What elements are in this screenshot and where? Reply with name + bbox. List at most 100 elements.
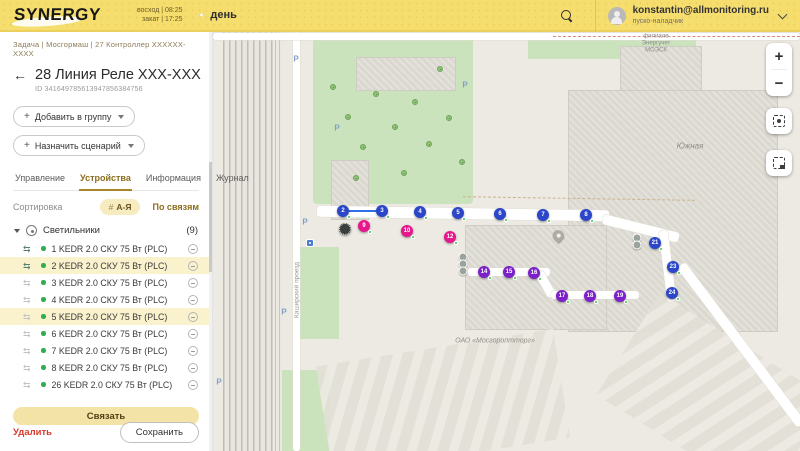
circle-minus-icon[interactable] <box>188 311 198 322</box>
circle-minus-icon[interactable] <box>188 362 198 373</box>
delete-button[interactable]: Удалить <box>13 427 52 438</box>
marker-status-dot <box>453 240 458 245</box>
device-marker-8[interactable]: 8 <box>580 209 594 223</box>
sort-by-links-button[interactable]: По связям <box>152 202 199 212</box>
search-icon[interactable] <box>560 10 573 22</box>
device-label: 26 KEDR 2.0 СКУ 75 Вт (PLC) <box>51 379 173 390</box>
online-dot <box>41 246 46 251</box>
circle-minus-icon[interactable] <box>188 345 198 356</box>
circle-minus-icon[interactable] <box>188 260 198 271</box>
device-row[interactable]: ⇆ 6 KEDR 2.0 СКУ 75 Вт (PLC) <box>0 325 212 342</box>
circle-minus-icon[interactable] <box>188 328 198 339</box>
tree-icon <box>353 175 359 181</box>
selected-device-marker[interactable] <box>339 223 351 235</box>
device-row[interactable]: ⇆ 2 KEDR 2.0 СКУ 75 Вт (PLC) <box>0 257 212 274</box>
area-select-button[interactable] <box>766 150 792 176</box>
tab-управление[interactable]: Управление <box>14 169 66 190</box>
device-row[interactable]: ⇆ 26 KEDR 2.0 СКУ 75 Вт (PLC) <box>0 376 212 393</box>
link-icon: ⇆ <box>23 345 31 356</box>
device-group-header[interactable]: Светильники (9) <box>13 225 199 236</box>
device-marker-6[interactable]: 6 <box>494 208 508 222</box>
save-button[interactable]: Сохранить <box>119 422 199 443</box>
device-marker-4[interactable]: 4 <box>414 206 428 220</box>
sort-label: Сортировка <box>13 202 63 212</box>
marker-status-dot <box>410 234 415 239</box>
link-icon: ⇆ <box>23 277 31 288</box>
sort-az-button[interactable]: # А-Я <box>99 199 141 215</box>
bus-stop-icon <box>306 239 314 247</box>
marker-status-dot <box>423 215 428 220</box>
parking-icon: P <box>334 123 340 133</box>
device-row[interactable]: ⇆ 3 KEDR 2.0 СКУ 75 Вт (PLC) <box>0 274 212 291</box>
tab-информация[interactable]: Информация <box>145 169 202 190</box>
device-marker-24[interactable]: 24 <box>666 287 680 301</box>
device-marker-15[interactable]: 15 <box>503 266 517 280</box>
tree-icon <box>392 124 398 130</box>
device-marker-12[interactable]: 12 <box>444 231 458 245</box>
tab-журнал[interactable]: Журнал <box>215 169 250 190</box>
tree-icon <box>345 114 351 120</box>
device-row[interactable]: ⇆ 8 KEDR 2.0 СКУ 75 Вт (PLC) <box>0 359 212 376</box>
chevron-down-icon[interactable] <box>777 9 788 20</box>
device-marker-23[interactable]: 23 <box>667 261 681 275</box>
device-marker-18[interactable]: 18 <box>584 290 598 304</box>
link-icon: ⇆ <box>23 362 31 373</box>
device-label: 3 KEDR 2.0 СКУ 75 Вт (PLC) <box>51 277 168 288</box>
map-canvas[interactable]: + − Южная ОАО «Мосгороптторг» филиале Энер… <box>213 32 800 451</box>
device-marker-19[interactable]: 19 <box>614 290 628 304</box>
assign-scenario-button[interactable]: + Назначить сценарий <box>13 135 145 156</box>
device-marker-7[interactable]: 7 <box>537 209 551 223</box>
device-marker-5[interactable]: 5 <box>452 207 466 221</box>
device-marker-14[interactable]: 14 <box>478 266 492 280</box>
marker-status-dot <box>367 229 372 234</box>
tab-bar: Управление Устройства Информация Журнал <box>13 169 249 191</box>
device-label: 2 KEDR 2.0 СКУ 75 Вт (PLC) <box>51 260 168 271</box>
parking-icon: P <box>293 54 299 64</box>
zoom-out-button[interactable]: − <box>766 70 792 96</box>
user-block[interactable]: konstantin@allmonitoring.ru пуско-наладч… <box>633 5 769 27</box>
device-label: 1 KEDR 2.0 СКУ 75 Вт (PLC) <box>51 243 168 254</box>
device-marker-2[interactable]: 2 <box>337 205 351 219</box>
breadcrumb[interactable]: Задача | Мосгормаш | 27 Контроллер XXXXX… <box>13 40 199 58</box>
device-marker-17[interactable]: 17 <box>556 290 570 304</box>
marker-status-dot <box>565 299 570 304</box>
cluster-marker[interactable] <box>632 240 642 250</box>
device-row[interactable]: ⇆ 7 KEDR 2.0 СКУ 75 Вт (PLC) <box>0 342 212 359</box>
parking-icon: P <box>462 80 468 90</box>
device-label: 8 KEDR 2.0 СКУ 75 Вт (PLC) <box>51 362 168 373</box>
circle-minus-icon[interactable] <box>188 294 198 305</box>
green-strip <box>297 247 339 339</box>
link-icon: ⇆ <box>23 379 31 390</box>
link-icon: ⇆ <box>23 243 31 254</box>
cluster-marker[interactable] <box>458 266 468 276</box>
device-marker-21[interactable]: 21 <box>649 237 663 251</box>
device-row[interactable]: ⇆ 4 KEDR 2.0 СКУ 75 Вт (PLC) <box>0 291 212 308</box>
marker-status-dot <box>675 296 680 301</box>
back-arrow-icon[interactable]: ← <box>13 68 27 82</box>
sidebar-scrollbar[interactable] <box>209 32 212 451</box>
locate-icon <box>773 115 785 127</box>
online-dot <box>41 382 46 387</box>
sun-icon: ☀ <box>196 9 207 22</box>
device-row[interactable]: ⇆ 1 KEDR 2.0 СКУ 75 Вт (PLC) <box>0 240 212 257</box>
locate-button[interactable] <box>766 108 792 134</box>
avatar[interactable] <box>607 7 626 25</box>
day-mode-toggle[interactable]: ☀ день <box>197 9 237 22</box>
tree-icon <box>360 144 366 150</box>
device-row[interactable]: ⇆ 5 KEDR 2.0 СКУ 75 Вт (PLC) <box>0 308 212 325</box>
circle-minus-icon[interactable] <box>188 277 198 288</box>
tab-устройства[interactable]: Устройства <box>79 169 132 191</box>
logo[interactable]: SYNERGY <box>11 5 129 29</box>
circle-minus-icon[interactable] <box>188 243 198 254</box>
marker-status-dot <box>537 276 542 281</box>
map-text-label: Южная <box>676 141 704 151</box>
device-marker-16[interactable]: 16 <box>528 267 542 281</box>
add-to-group-button[interactable]: + Добавить в группу <box>13 106 136 127</box>
zoom-in-button[interactable]: + <box>766 43 792 69</box>
tree-icon <box>401 170 407 176</box>
device-marker-3[interactable]: 3 <box>376 205 390 219</box>
device-marker-9[interactable]: 9 <box>358 220 372 234</box>
device-marker-10[interactable]: 10 <box>401 225 415 239</box>
circle-minus-icon[interactable] <box>188 379 198 390</box>
link-icon: ⇆ <box>23 260 31 271</box>
